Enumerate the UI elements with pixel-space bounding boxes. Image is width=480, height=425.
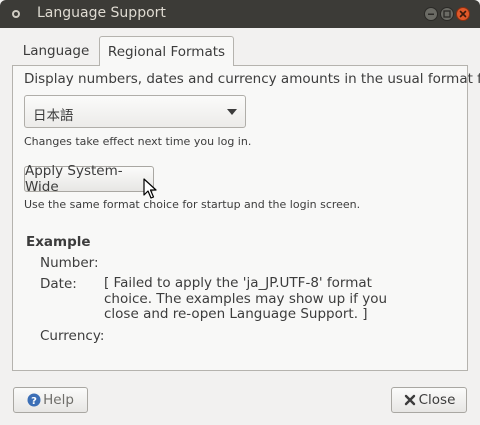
example-number-label: Number: [40, 255, 99, 271]
close-x-icon [404, 394, 415, 406]
example-currency-label: Currency: [40, 328, 105, 344]
tab-regional-formats-label: Regional Formats [107, 43, 226, 60]
chevron-down-icon [227, 109, 237, 115]
example-heading: Example [26, 234, 91, 250]
close-window-button[interactable] [456, 7, 470, 21]
apply-note: Use the same format choice for startup a… [24, 198, 361, 211]
maximize-button[interactable] [440, 7, 454, 21]
example-date-line: [ Failed to apply the 'ja_JP.UTF-8' form… [104, 275, 372, 291]
maximize-icon [443, 10, 451, 18]
title-bar[interactable]: Language Support [0, 0, 480, 28]
apply-system-wide-label: Apply System-Wide [25, 163, 123, 195]
apply-system-wide-button[interactable]: Apply System-Wide [24, 163, 154, 195]
window-title: Language Support [37, 5, 166, 21]
svg-text:?: ? [31, 396, 37, 407]
format-select-value: 日本語 [33, 108, 74, 124]
language-support-window: Language Support Language Regional Forma… [0, 0, 480, 425]
tab-regional-formats[interactable]: Regional Formats [99, 36, 234, 66]
format-description: Display numbers, dates and currency amou… [24, 71, 480, 87]
close-button-label: Close [418, 392, 456, 408]
help-icon: ? [27, 393, 41, 407]
app-icon [12, 10, 20, 18]
help-button[interactable]: ? Help [13, 387, 88, 413]
example-date-line: close and re-open Language Support. ] [104, 306, 368, 322]
tab-language-label: Language [22, 42, 90, 59]
tab-language[interactable]: Language [14, 36, 98, 65]
close-icon [459, 10, 467, 18]
minimize-button[interactable] [424, 7, 438, 21]
example-date-label: Date: [40, 276, 77, 292]
relogin-note: Changes take effect next time you log in… [24, 135, 252, 148]
mouse-pointer-icon [143, 178, 157, 199]
minimize-icon [428, 13, 434, 15]
format-select[interactable]: 日本語 [24, 95, 246, 128]
example-date-value: [ Failed to apply the 'ja_JP.UTF-8' form… [104, 275, 388, 323]
example-date-line: choice. The examples may show up if you [104, 290, 388, 307]
close-button[interactable]: Close [391, 387, 467, 413]
help-button-label: Help [43, 392, 74, 408]
